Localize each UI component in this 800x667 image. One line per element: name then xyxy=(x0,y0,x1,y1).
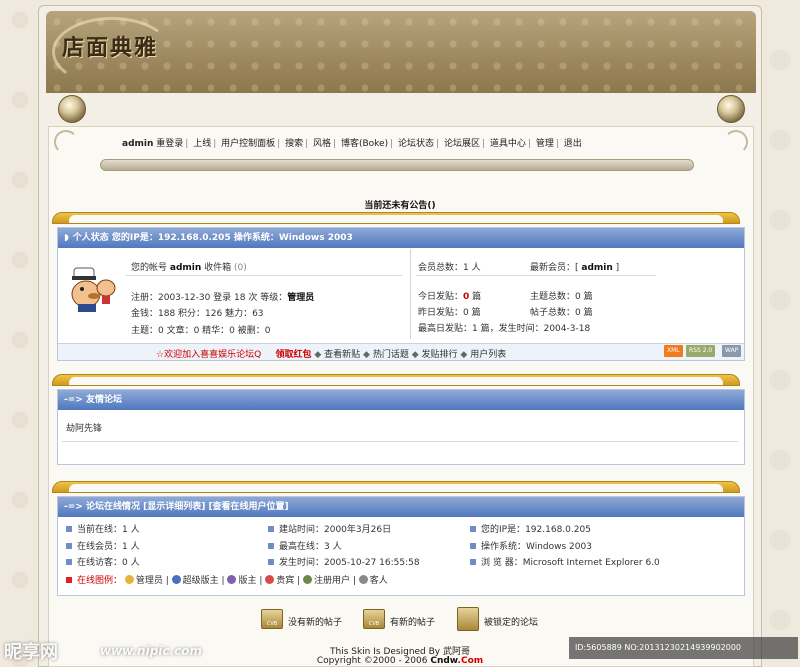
nav-search[interactable]: 搜索 xyxy=(285,139,303,149)
account-name-link[interactable]: admin xyxy=(170,263,201,273)
topics-total: 主题总数：0 篇 xyxy=(530,292,593,302)
nav-relogin[interactable]: 重登录 xyxy=(156,139,183,149)
divider xyxy=(62,441,738,442)
guest-icon xyxy=(358,575,368,584)
top-navigation: admin 重登录 | 上线 | 用户控制面板 | 搜索 | 风格 | 博客(Boke) |… xyxy=(122,139,582,149)
join-forum-link[interactable]: ☆欢迎加入喜喜娱乐论坛Q xyxy=(156,350,261,360)
xml-badge[interactable]: XML xyxy=(664,345,683,357)
user-list-link[interactable]: 用户列表 xyxy=(470,350,506,360)
friend-forum-link[interactable]: 劫阿先锋 xyxy=(66,421,102,434)
site-logo[interactable]: 店面典雅 xyxy=(62,30,158,62)
decorative-scroll-bar xyxy=(100,159,694,171)
members-total: 会员总数：1 人 xyxy=(418,263,481,273)
wap-badge[interactable]: WAP xyxy=(722,345,742,357)
divider xyxy=(416,275,656,276)
nav-username[interactable]: admin xyxy=(122,139,153,149)
friend-box-tab-decoration xyxy=(52,374,740,386)
online-guests: 在线访客：0 人 xyxy=(66,555,140,568)
watermark-id: ID:5605889 NO:20131230214939902000 xyxy=(569,637,798,659)
locked-forum-label: 被锁定的论坛 xyxy=(484,618,539,628)
operating-system: 操作系统：Windows 2003 xyxy=(470,539,592,552)
friend-forums-header: -=> 友情论坛 xyxy=(58,390,744,410)
register-info: 注册：2003-12-30 登录 18 次 等级：管理员 xyxy=(131,293,315,303)
announcement-text: 当前还未有公告() xyxy=(364,201,436,211)
money-info: 金钱：188 积分：126 魅力：63 xyxy=(131,309,264,319)
vip-icon xyxy=(265,575,275,584)
hot-topics-link[interactable]: 热门话题 xyxy=(373,350,409,360)
bullet-icon: ◗ xyxy=(64,233,69,243)
no-new-posts-icon: CVB xyxy=(261,609,283,629)
nav-blog[interactable]: 博客(Boke) xyxy=(341,139,388,149)
site-founded: 建站时间：2000年3月26日 xyxy=(268,522,391,535)
inbox-count: (0) xyxy=(234,263,247,273)
personal-status-header: ◗ 个人状态 您的IP是：192.168.0.205 操作系统：Windows 2… xyxy=(58,228,744,248)
nav-forum-showcase[interactable]: 论坛展区 xyxy=(444,139,480,149)
online-members: 在线会员：1 人 xyxy=(66,539,140,552)
no-new-posts-label: 没有新的帖子 xyxy=(288,618,343,628)
newest-member: 最新会员：[ admin ] xyxy=(530,263,620,273)
max-daily-posts: 最高日发贴：1 篇，发生时间：2004-3-18 xyxy=(418,324,591,334)
avatar xyxy=(71,267,116,312)
registered-user-icon xyxy=(303,575,313,584)
today-posts: 今日发贴：0 篇 xyxy=(418,292,482,302)
new-posts-label: 有新的帖子 xyxy=(390,618,436,628)
your-ip: 您的IP是：192.168.0.205 xyxy=(470,522,591,535)
posts-total: 帖子总数：0 篇 xyxy=(530,308,593,318)
nav-user-control-panel[interactable]: 用户控制面板 xyxy=(221,139,275,149)
corner-ornament-left xyxy=(54,130,78,154)
left-knob-ornament xyxy=(58,95,86,123)
online-box-tab-decoration xyxy=(52,481,740,493)
locked-forum-icon xyxy=(457,607,479,631)
max-online: 最高在线：3 人 xyxy=(268,539,342,552)
corner-ornament-right xyxy=(724,130,748,154)
divider xyxy=(126,275,402,276)
nav-style[interactable]: 风格 xyxy=(313,139,331,149)
friend-forums-box: -=> 友情论坛 xyxy=(57,389,745,465)
status-box-tab-decoration xyxy=(52,212,740,224)
online-status-header[interactable]: -=> 论坛在线情况 [显示详细列表] [查看在线用户位置] xyxy=(58,497,744,517)
rss-badge[interactable]: RSS 2.0 xyxy=(686,345,716,357)
nav-logout[interactable]: 退出 xyxy=(564,139,582,149)
inbox-link[interactable]: 收件箱 xyxy=(204,263,231,273)
yesterday-posts: 昨日发贴：0 篇 xyxy=(418,308,481,318)
nav-admin[interactable]: 管理 xyxy=(536,139,554,149)
right-knob-ornament xyxy=(717,95,745,123)
admin-icon xyxy=(124,575,134,584)
post-ranking-link[interactable]: 发贴排行 xyxy=(422,350,458,360)
online-current: 当前在线：1 人 xyxy=(66,522,140,535)
new-posts-icon: CVB xyxy=(363,609,385,629)
column-divider xyxy=(410,249,411,339)
moderator-icon xyxy=(227,575,237,584)
browser: 浏 览 器：Microsoft Internet Explorer 6.0 xyxy=(470,555,660,568)
topic-info: 主题：0 文章：0 精华：0 被删：0 xyxy=(131,326,271,336)
status-links: ☆欢迎加入喜喜娱乐论坛Q 领取红包 ◆ 查看新贴 ◆ 热门话题 ◆ 发贴排行 ◆… xyxy=(156,350,507,360)
user-level: 管理员 xyxy=(287,293,315,303)
view-new-posts-link[interactable]: 查看新贴 xyxy=(324,350,360,360)
claim-red-packet-link[interactable]: 领取红包 xyxy=(275,350,311,360)
watermark-logo: 昵享网 xyxy=(4,642,58,663)
newest-member-link[interactable]: admin xyxy=(581,263,612,273)
copyright-site-link[interactable]: Cndw xyxy=(430,656,457,666)
super-moderator-icon xyxy=(171,575,181,584)
nav-forum-status[interactable]: 论坛状态 xyxy=(398,139,434,149)
watermark-url: www.nipic.com xyxy=(100,644,202,658)
account-line: 您的帐号 admin 收件箱 (0) xyxy=(131,263,247,273)
nav-online[interactable]: 上线 xyxy=(193,139,211,149)
nav-props-center[interactable]: 道具中心 xyxy=(490,139,526,149)
max-online-time: 发生时间：2005-10-27 16:55:58 xyxy=(268,555,420,568)
online-legend: 在线图例： 管理员 | 超级版主 | 版主 | 贵宾 | 注册用户 | 客人 xyxy=(66,573,388,586)
personal-status-title: 个人状态 您的IP是：192.168.0.205 操作系统：Windows 20… xyxy=(72,233,353,243)
